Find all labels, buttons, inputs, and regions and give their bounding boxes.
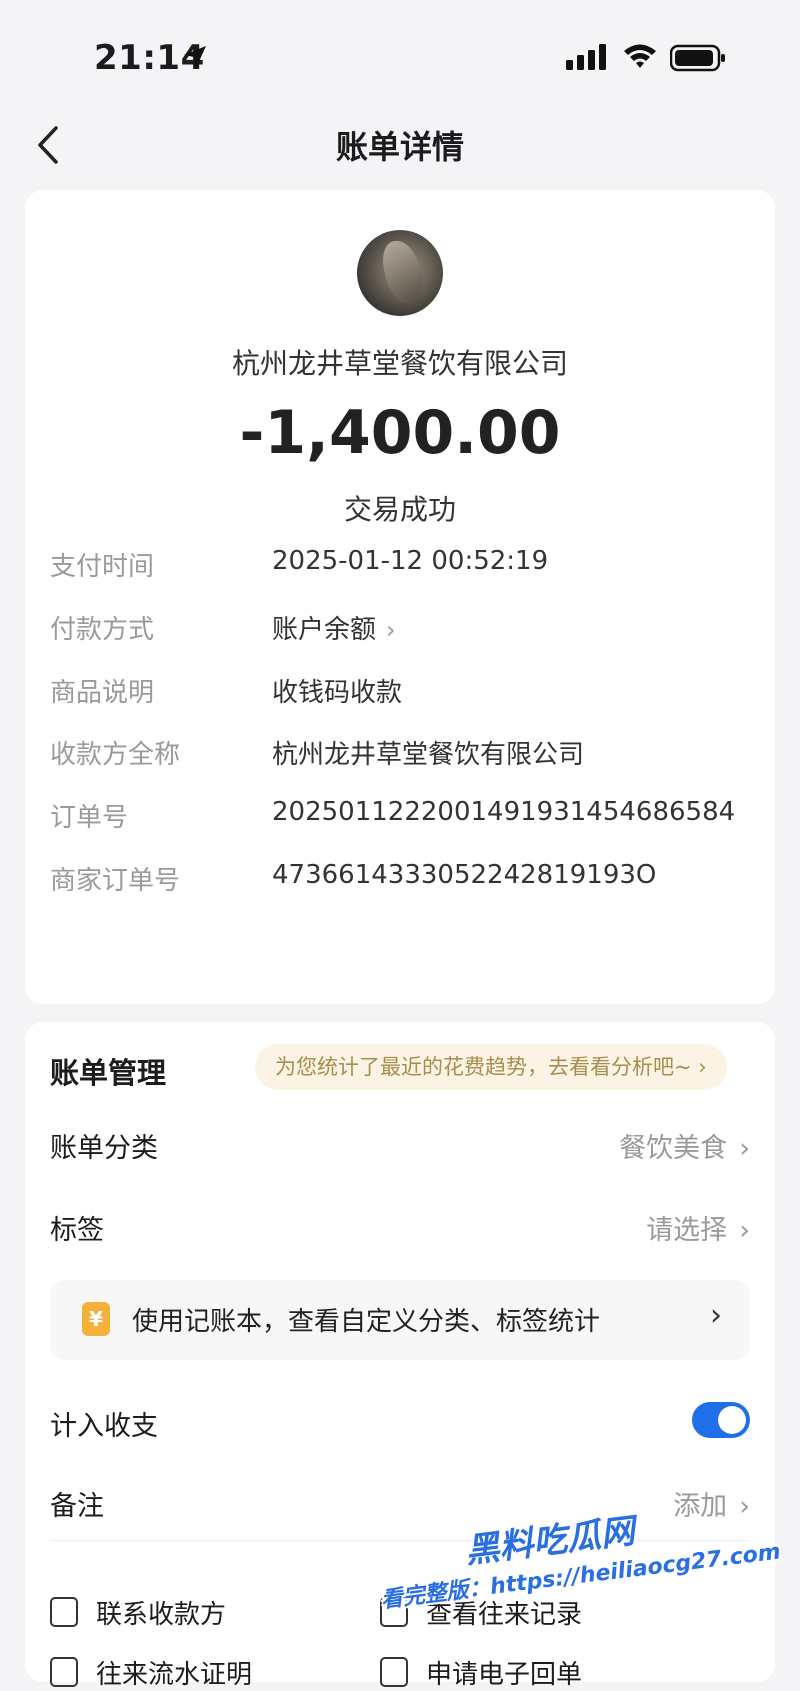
ledger-promo-banner[interactable]: ¥ 使用记账本，查看自定义分类、标签统计 › — [50, 1280, 750, 1360]
row-label: 备注 — [50, 1491, 104, 1522]
row-label: 账单分类 — [50, 1133, 158, 1164]
action-label: 联系收款方 — [96, 1600, 227, 1630]
chevron-right-icon: › — [739, 1491, 750, 1522]
action-label: 往来流水证明 — [96, 1660, 253, 1690]
spending-trend-tip[interactable]: 为您统计了最近的花费趋势，去看看分析吧~ › — [255, 1044, 727, 1090]
statement-proof-button[interactable]: 往来流水证明 — [50, 1654, 252, 1691]
tip-text: 为您统计了最近的花费趋势，去看看分析吧~ — [275, 1055, 692, 1079]
bill-category-row[interactable]: 账单分类 餐饮美食 › — [50, 1126, 750, 1170]
detail-value: 4736614333052242819193O — [272, 860, 657, 890]
signal-icon — [566, 44, 606, 70]
contact-payee-button[interactable]: 联系收款方 — [50, 1594, 226, 1631]
statement-icon — [50, 1657, 78, 1687]
detail-label: 付款方式 — [50, 615, 155, 645]
bill-management-card: 账单管理 为您统计了最近的花费趋势，去看看分析吧~ › 账单分类 餐饮美食 › 标… — [25, 1022, 775, 1690]
detail-value: 2025011222001491931454686584 — [272, 797, 736, 827]
location-arrow-icon — [184, 46, 206, 68]
nav-bar: 账单详情 — [0, 110, 800, 180]
detail-value: 收钱码收款 — [272, 678, 403, 708]
amount: -1,400.00 — [239, 398, 561, 468]
include-in-budget-toggle[interactable] — [692, 1402, 750, 1438]
note-value: 添加 — [673, 1491, 728, 1522]
detail-label: 商品说明 — [50, 678, 155, 708]
wifi-icon — [624, 44, 656, 68]
row-value: 请选择 › — [646, 1208, 750, 1247]
chevron-right-icon: › — [691, 1055, 707, 1079]
chevron-right-icon: › — [739, 1215, 750, 1246]
receipt-icon — [380, 1657, 408, 1687]
detail-value: 杭州龙井草堂餐饮有限公司 — [272, 740, 585, 770]
tags-row[interactable]: 标签 请选择 › — [50, 1208, 750, 1252]
detail-label: 订单号 — [50, 803, 129, 833]
promo-text: 使用记账本，查看自定义分类、标签统计 — [132, 1307, 601, 1337]
bill-summary-card: 杭州龙井草堂餐饮有限公司 -1,400.00 交易成功 支付时间 2025-01… — [25, 190, 775, 1004]
row-label: 计入收支 — [50, 1411, 158, 1442]
detail-value: 账户余额 › — [272, 609, 396, 646]
section-title: 账单管理 — [50, 1056, 167, 1090]
view-history-button[interactable]: 查看往来记录 — [380, 1594, 582, 1631]
merchant-avatar — [357, 230, 443, 316]
status-bar: 21:14 — [0, 0, 800, 110]
electronic-receipt-button[interactable]: 申请电子回单 — [380, 1654, 582, 1691]
category-value: 餐饮美食 — [619, 1133, 728, 1164]
chevron-right-icon: › — [386, 616, 396, 644]
detail-row-pay-method[interactable]: 付款方式 账户余额 › — [50, 609, 410, 649]
row-value: 添加 › — [673, 1484, 750, 1523]
action-label: 查看往来记录 — [426, 1600, 583, 1630]
note-row[interactable]: 备注 添加 › — [50, 1484, 750, 1528]
detail-label: 支付时间 — [50, 552, 155, 582]
divider — [50, 1540, 750, 1541]
row-label: 标签 — [50, 1215, 104, 1246]
detail-label: 收款方全称 — [50, 740, 181, 770]
chevron-right-icon: › — [739, 1133, 750, 1164]
contact-icon — [50, 1597, 78, 1627]
chevron-right-icon: › — [710, 1298, 722, 1333]
page-title: 账单详情 — [335, 128, 464, 166]
document-icon — [380, 1597, 408, 1627]
ledger-icon: ¥ — [82, 1302, 110, 1336]
merchant-name: 杭州龙井草堂餐饮有限公司 — [231, 347, 568, 380]
battery-icon — [670, 44, 725, 72]
pay-method-value: 账户余额 — [272, 615, 377, 645]
tags-value: 请选择 — [646, 1215, 728, 1246]
action-label: 申请电子回单 — [426, 1660, 583, 1690]
row-value: 餐饮美食 › — [619, 1126, 750, 1165]
detail-label: 商家订单号 — [50, 866, 181, 896]
transaction-status: 交易成功 — [343, 493, 456, 526]
toggle-knob — [718, 1406, 746, 1434]
include-in-budget-row: 计入收支 — [50, 1404, 750, 1448]
detail-value: 2025-01-12 00:52:19 — [272, 546, 549, 576]
